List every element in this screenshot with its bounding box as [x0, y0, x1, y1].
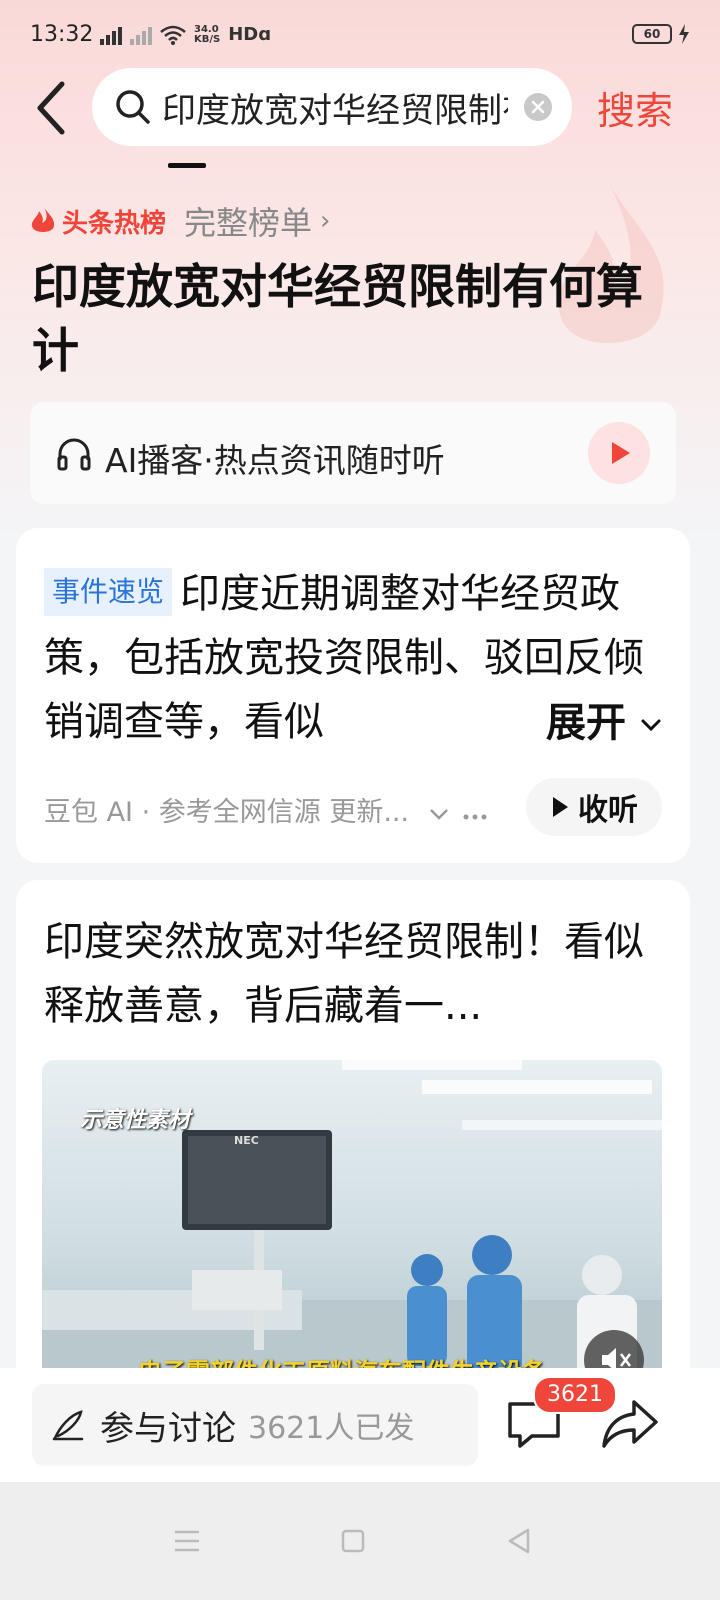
net-speed-value: 34.0: [194, 23, 219, 35]
summary-meta: 豆包 AI · 参考全网信源 更新...: [44, 790, 488, 829]
pen-icon: [52, 1410, 84, 1441]
status-bar: 13:32 34.0 KB/S HDɑ 60: [0, 0, 720, 70]
search-input[interactable]: 印度放宽对华经贸限制有何算计: [92, 68, 572, 146]
hot-list-row[interactable]: 头条热榜 完整榜单 ›: [30, 198, 330, 244]
flame-icon: [31, 206, 55, 232]
search-button[interactable]: 搜索: [597, 80, 673, 135]
search-query[interactable]: 印度放宽对华经贸限制有何算计: [162, 83, 508, 132]
more-icon[interactable]: [462, 813, 488, 821]
chevron-right-icon: ›: [320, 206, 331, 236]
ai-podcast-bar[interactable]: AI播客·热点资讯随时听: [30, 402, 676, 504]
discuss-count: 3621人已发: [248, 1411, 415, 1446]
article-card[interactable]: 印度突然放宽对华经贸限制！看似释放善意，背后藏着一... 示意性素材 NEC 电…: [16, 880, 690, 1420]
video-player[interactable]: 示意性素材 NEC 电子零部件化工原料汽车配件生产设备: [42, 1060, 662, 1400]
summary-source: 豆包 AI · 参考全网信源 更新...: [44, 797, 410, 828]
video-caption: 示意性素材: [80, 1108, 191, 1133]
headphones-icon: [57, 438, 91, 471]
bottom-action-bar: 参与讨论 3621人已发 3621: [0, 1368, 720, 1482]
listen-label: 收听: [578, 793, 638, 828]
chevron-down-icon[interactable]: [428, 807, 450, 821]
event-tag: 事件速览: [44, 568, 173, 616]
tab-indicator: [168, 163, 206, 168]
hot-list-label: 头条热榜: [62, 208, 167, 239]
battery: 60: [632, 24, 690, 44]
status-icons: 34.0 KB/S HDɑ: [100, 24, 271, 45]
event-summary-card[interactable]: 事件速览 印度近期调整对华经贸政策，包括放宽投资限制、驳回反倾销调查等，看似 展开…: [16, 528, 690, 863]
battery-level: 60: [632, 24, 672, 44]
menu-icon[interactable]: [170, 1524, 204, 1558]
net-speed: 34.0 KB/S: [194, 23, 221, 45]
search-icon: [116, 90, 150, 124]
discuss-input[interactable]: 参与讨论 3621人已发: [32, 1384, 478, 1466]
signal-2-icon: [130, 25, 152, 45]
listen-button[interactable]: 收听: [526, 778, 662, 836]
net-speed-unit: KB/S: [194, 33, 221, 45]
back-nav-icon[interactable]: [502, 1524, 536, 1558]
play-button[interactable]: [588, 422, 650, 484]
share-icon[interactable]: [600, 1394, 660, 1454]
chevron-down-icon: [641, 719, 661, 732]
back-button[interactable]: [30, 78, 80, 138]
play-icon: [553, 797, 568, 817]
discuss-label: 参与讨论: [100, 1408, 236, 1449]
podcast-label: AI播客·热点资讯随时听: [105, 441, 445, 480]
hd-indicator: HDɑ: [228, 24, 272, 45]
wifi-icon: [160, 25, 186, 45]
system-nav-bar: [0, 1482, 720, 1600]
expand-label: 展开: [546, 700, 626, 746]
status-time: 13:32: [30, 22, 94, 47]
page-title: 印度放宽对华经贸限制有何算计: [32, 260, 643, 379]
full-list-link[interactable]: 完整榜单: [184, 198, 312, 244]
charging-icon: [679, 24, 689, 44]
clear-icon[interactable]: [524, 93, 552, 121]
expand-button[interactable]: 展开: [526, 690, 662, 748]
monitor-brand: NEC: [234, 1134, 259, 1147]
home-icon[interactable]: [336, 1524, 370, 1558]
signal-icon: [100, 25, 122, 45]
article-title[interactable]: 印度突然放宽对华经贸限制！看似释放善意，背后藏着一...: [44, 910, 664, 1038]
